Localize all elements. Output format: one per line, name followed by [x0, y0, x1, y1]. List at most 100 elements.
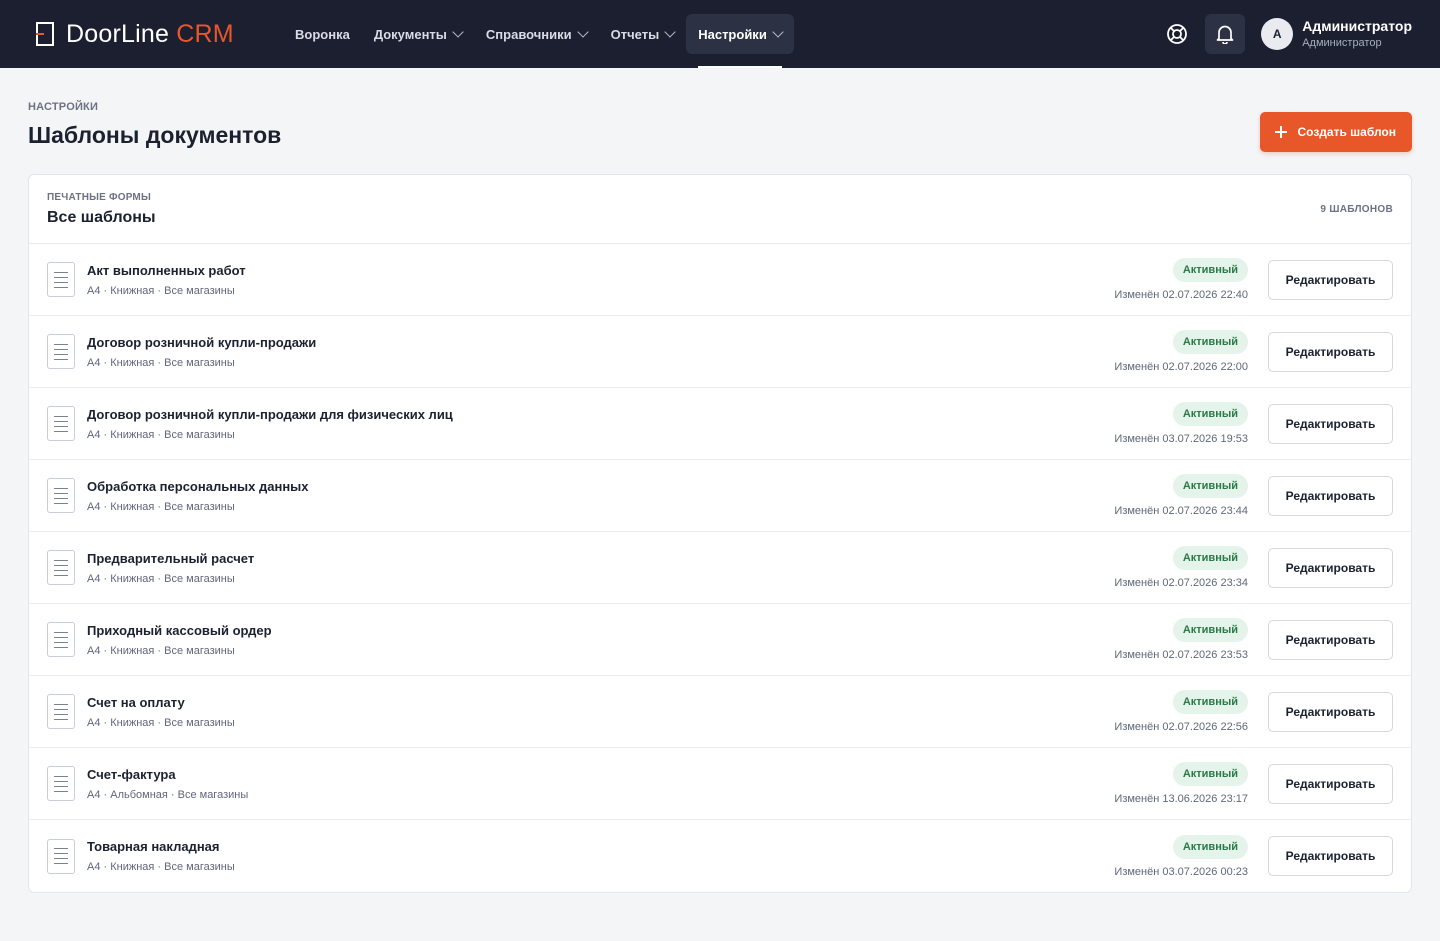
template-status: Активный Изменён 03.07.2026 19:53 — [1114, 402, 1248, 445]
bell-icon — [1216, 25, 1234, 44]
edit-button[interactable]: Редактировать — [1268, 836, 1393, 876]
template-meta: A4 · Книжная · Все магазины — [87, 356, 235, 369]
card-title: Все шаблоны — [47, 209, 156, 226]
nav-item-label: Отчеты — [610, 26, 660, 42]
nav-item-funnel[interactable]: Воронка — [283, 14, 362, 54]
modified-date: Изменён 13.06.2026 23:17 — [1114, 793, 1248, 805]
app-name: DoorLine CRM — [66, 20, 234, 49]
templates-list: Акт выполненных работ A4 · Книжная · Все… — [29, 244, 1411, 892]
chevron-down-icon — [772, 26, 784, 38]
status-badge: Активный — [1172, 402, 1248, 426]
templates-card: ПЕЧАТНЫЕ ФОРМЫ Все шаблоны 9 ШАБЛОНОВ Ак… — [28, 174, 1412, 893]
list-item: Счет-фактура A4 · Альбомная · Все магази… — [29, 748, 1411, 820]
status-badge: Активный — [1172, 834, 1248, 859]
nav-item-label: Воронка — [295, 26, 350, 42]
template-info: Обработка персональных данных A4 · Книжн… — [87, 479, 1114, 513]
avatar[interactable]: A — [1261, 18, 1294, 50]
nav-item-reports[interactable]: Отчеты — [599, 14, 687, 54]
top-right-controls: A Администратор Администратор — [1157, 14, 1412, 54]
nav-item-label: Справочники — [485, 26, 572, 42]
status-badge: Активный — [1172, 330, 1248, 354]
list-item: Товарная накладная A4 · Книжная · Все ма… — [29, 820, 1411, 892]
list-item: Счет на оплату A4 · Книжная · Все магази… — [29, 676, 1411, 748]
chevron-down-icon — [664, 26, 676, 38]
template-status: Активный Изменён 02.07.2026 22:40 — [1114, 258, 1248, 301]
template-info: Предварительный расчет A4 · Книжная · Вс… — [87, 551, 1114, 585]
document-icon — [47, 766, 75, 801]
edit-button[interactable]: Редактировать — [1268, 259, 1393, 300]
help-button[interactable] — [1157, 14, 1197, 54]
template-info: Товарная накладная A4 · Книжная · Все ма… — [87, 839, 1114, 873]
nav-item-settings[interactable]: Настройки — [686, 14, 794, 68]
top-navbar: DoorLine CRM Воронка Документы Справочни… — [0, 0, 1440, 68]
template-meta: A4 · Книжная · Все магазины — [87, 644, 235, 657]
nav-item-documents[interactable]: Документы — [362, 14, 474, 54]
document-icon — [47, 622, 75, 657]
edit-button[interactable]: Редактировать — [1268, 331, 1393, 372]
card-kicker: ПЕЧАТНЫЕ ФОРМЫ — [47, 192, 151, 203]
template-info: Договор розничной купли-продажи для физи… — [87, 407, 1114, 441]
list-item: Предварительный расчет A4 · Книжная · Вс… — [29, 532, 1411, 604]
templates-count: 9 ШАБЛОНОВ — [1320, 204, 1393, 215]
breadcrumb[interactable]: НАСТРОЙКИ — [28, 101, 281, 113]
document-icon — [47, 406, 75, 441]
template-name[interactable]: Счет на оплату — [87, 695, 1114, 711]
document-icon — [47, 550, 75, 585]
nav-item-label: Документы — [373, 26, 447, 42]
edit-button[interactable]: Редактировать — [1268, 619, 1393, 660]
template-status: Активный Изменён 02.07.2026 22:00 — [1114, 330, 1248, 373]
notifications-button[interactable] — [1205, 14, 1246, 54]
status-badge: Активный — [1172, 258, 1248, 282]
modified-date: Изменён 03.07.2026 19:53 — [1114, 433, 1248, 445]
template-info: Акт выполненных работ A4 · Книжная · Все… — [87, 263, 1114, 297]
template-name[interactable]: Товарная накладная — [87, 839, 1114, 855]
card-header: ПЕЧАТНЫЕ ФОРМЫ Все шаблоны 9 ШАБЛОНОВ — [29, 175, 1411, 244]
logo-main-text: DoorLine — [66, 19, 170, 48]
template-meta: A4 · Книжная · Все магазины — [87, 572, 235, 585]
template-name[interactable]: Договор розничной купли-продажи — [87, 335, 1114, 351]
list-item: Обработка персональных данных A4 · Книжн… — [29, 460, 1411, 532]
template-meta: A4 · Книжная · Все магазины — [87, 716, 235, 729]
edit-button[interactable]: Редактировать — [1268, 763, 1393, 804]
user-name: Администратор — [1302, 17, 1412, 34]
template-name[interactable]: Приходный кассовый ордер — [87, 623, 1114, 639]
template-info: Приходный кассовый ордер A4 · Книжная · … — [87, 623, 1114, 657]
list-item: Приходный кассовый ордер A4 · Книжная · … — [29, 604, 1411, 676]
page-title: Шаблоны документов — [28, 122, 282, 148]
template-meta: A4 · Альбомная · Все магазины — [87, 788, 249, 801]
edit-button[interactable]: Редактировать — [1268, 691, 1393, 732]
edit-button[interactable]: Редактировать — [1268, 475, 1393, 516]
template-status: Активный Изменён 02.07.2026 23:53 — [1114, 618, 1248, 661]
edit-button[interactable]: Редактировать — [1268, 547, 1393, 588]
template-info: Счет-фактура A4 · Альбомная · Все магази… — [87, 767, 1114, 801]
template-name[interactable]: Предварительный расчет — [87, 551, 1114, 567]
document-icon — [47, 478, 75, 513]
modified-date: Изменён 02.07.2026 22:56 — [1114, 721, 1248, 733]
document-icon — [47, 694, 75, 729]
template-meta: A4 · Книжная · Все магазины — [87, 428, 235, 441]
template-name[interactable]: Акт выполненных работ — [87, 263, 1114, 279]
template-name[interactable]: Обработка персональных данных — [87, 479, 1114, 495]
template-meta: A4 · Книжная · Все магазины — [87, 500, 235, 513]
modified-date: Изменён 02.07.2026 22:00 — [1114, 361, 1248, 373]
document-icon — [47, 334, 75, 369]
app-logo[interactable]: DoorLine CRM — [36, 20, 283, 49]
template-name[interactable]: Счет-фактура — [87, 767, 1114, 783]
nav-item-directories[interactable]: Справочники — [474, 14, 599, 54]
status-badge: Активный — [1172, 618, 1248, 642]
template-name[interactable]: Договор розничной купли-продажи для физи… — [87, 407, 1114, 423]
main-nav: Воронка Документы Справочники Отчеты Нас… — [283, 0, 794, 68]
status-badge: Активный — [1172, 474, 1248, 498]
edit-button[interactable]: Редактировать — [1268, 403, 1393, 444]
user-menu[interactable]: Администратор Администратор — [1302, 18, 1412, 51]
list-item: Договор розничной купли-продажи для физи… — [29, 388, 1411, 460]
template-info: Договор розничной купли-продажи A4 · Кни… — [87, 335, 1114, 369]
lifebuoy-icon — [1167, 24, 1188, 44]
modified-date: Изменён 02.07.2026 23:34 — [1114, 577, 1248, 589]
template-status: Активный Изменён 03.07.2026 00:23 — [1114, 834, 1248, 878]
template-info: Счет на оплату A4 · Книжная · Все магази… — [87, 695, 1114, 729]
template-status: Активный Изменён 02.07.2026 23:44 — [1114, 474, 1248, 517]
list-item: Акт выполненных работ A4 · Книжная · Все… — [29, 244, 1411, 316]
create-template-button[interactable]: Создать шаблон — [1260, 112, 1412, 152]
chevron-down-icon — [576, 26, 589, 38]
